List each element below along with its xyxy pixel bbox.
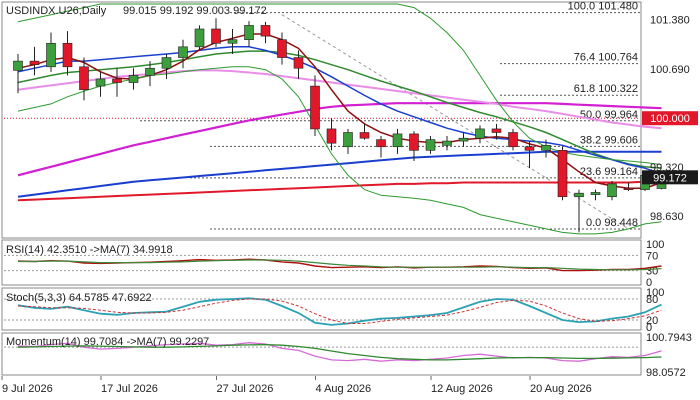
candle-body bbox=[128, 75, 139, 83]
candle-body bbox=[607, 183, 617, 198]
fib-level-label: 0.0 98.448 bbox=[586, 217, 638, 229]
candle-body bbox=[95, 78, 106, 87]
time-axis-label: 12 Aug 2026 bbox=[431, 383, 493, 395]
candle-body bbox=[211, 28, 221, 44]
candle-body bbox=[409, 133, 419, 151]
candle-body bbox=[541, 145, 551, 151]
candle-body bbox=[557, 150, 568, 198]
fib-level-label: 100.0 101.480 bbox=[568, 1, 638, 13]
candle-body bbox=[343, 132, 353, 148]
candle-body bbox=[260, 25, 271, 37]
price-axis-label: 101.380 bbox=[650, 15, 690, 27]
candle-body bbox=[491, 128, 502, 133]
candle-body bbox=[458, 137, 469, 142]
candle-body bbox=[13, 60, 23, 71]
fib-level-label: 38.2 99.606 bbox=[580, 134, 638, 146]
candle-body bbox=[524, 146, 535, 151]
candle-body bbox=[574, 192, 584, 198]
price-tag-label: 100.000 bbox=[650, 113, 690, 125]
pane-tick-label: 70 bbox=[646, 250, 658, 262]
time-axis-label: 4 Aug 2026 bbox=[316, 383, 372, 395]
candle-body bbox=[161, 57, 172, 69]
pane-tick-label: 80 bbox=[646, 294, 658, 306]
pane-tick-label: 98.0572 bbox=[646, 367, 686, 379]
pane-tick-label: 100 bbox=[646, 239, 664, 251]
candle-body bbox=[442, 140, 452, 146]
candle-body bbox=[277, 39, 287, 58]
candle-body bbox=[227, 39, 238, 44]
candle-body bbox=[475, 128, 485, 139]
time-axis-label: 9 Jul 2026 bbox=[2, 383, 53, 395]
momentum-title: Momentum(14) 99.7084 ->MA(7) 99.2297 bbox=[6, 336, 209, 348]
stoch-title: Stoch(5,3,3) 64.5785 47.6922 bbox=[6, 292, 152, 304]
candle-body bbox=[310, 85, 320, 130]
trading-chart[interactable]: 100.0 101.48076.4 100.76461.8 100.32250.… bbox=[0, 0, 700, 400]
chart-ohlc: 99.015 99.192 99.003 99.172 bbox=[123, 5, 267, 17]
candle-body bbox=[62, 42, 73, 68]
candle-body bbox=[145, 67, 155, 76]
time-axis-label: 20 Aug 2026 bbox=[530, 383, 592, 395]
price-axis-label: 100.690 bbox=[650, 64, 690, 76]
candle-body bbox=[46, 42, 56, 68]
pane-tick-label: 100.7943 bbox=[646, 332, 692, 344]
candle-body bbox=[293, 57, 304, 69]
candle-body bbox=[376, 139, 386, 148]
candle-body bbox=[623, 187, 634, 190]
candle-body bbox=[244, 25, 254, 40]
candle-body bbox=[590, 192, 601, 195]
candle-body bbox=[425, 139, 436, 151]
candle-body bbox=[359, 132, 370, 139]
candle-body bbox=[194, 28, 205, 48]
fib-level-label: 61.8 100.322 bbox=[574, 83, 638, 95]
chart-title: USDINDX.U26,Daily bbox=[6, 5, 107, 17]
candle-body bbox=[508, 132, 518, 148]
candle-body bbox=[326, 128, 337, 144]
rsi-title: RSI(14) 42.3510 ->MA(7) 34.9918 bbox=[6, 244, 173, 256]
fib-level-label: 76.4 100.764 bbox=[574, 52, 638, 64]
candle-body bbox=[178, 46, 188, 58]
time-axis-label: 17 Jul 2026 bbox=[101, 383, 158, 395]
price-axis-label: 98.630 bbox=[650, 211, 684, 223]
fib-level-label: 23.6 99.164 bbox=[580, 166, 638, 178]
time-axis-label: 27 Jul 2026 bbox=[217, 383, 274, 395]
candle-body bbox=[79, 66, 89, 90]
candle-body bbox=[112, 78, 122, 83]
candle-body bbox=[392, 133, 403, 148]
price-tag-label: 99.172 bbox=[653, 172, 687, 184]
candle-body bbox=[29, 60, 40, 65]
